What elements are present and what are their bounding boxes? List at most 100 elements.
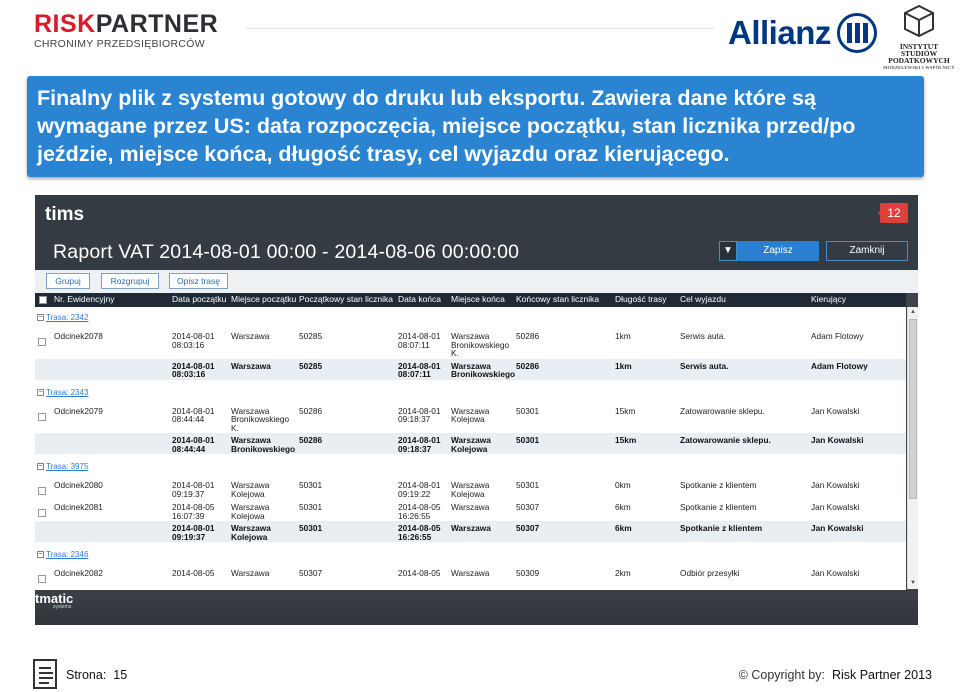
col-start-date: 2014-08-05 16:07:39 — [172, 502, 215, 521]
col-end-date-summary: 2014-08-01 08:07:11 — [398, 360, 441, 379]
col-end-odometer: 50307 — [516, 502, 540, 512]
logo-tagline: CHRONIMY PRZEDSIĘBIORCÓW — [34, 38, 205, 50]
collapse-icon[interactable]: − — [37, 388, 44, 396]
col-distance: 0km — [615, 480, 631, 490]
row-checkbox[interactable] — [38, 412, 46, 421]
col-start-odometer: 50307 — [299, 568, 323, 578]
col-distance-header[interactable]: Długość trasy — [615, 294, 667, 304]
table-row[interactable]: Odcinek2081 2014-08-05 16:07:39 Warszawa K… — [35, 499, 906, 521]
col-end-place-header[interactable]: Miejsce końca — [451, 294, 505, 304]
table-header: Nr. Ewidencyjny Data początku Miejsce pocz… — [35, 293, 906, 307]
col-end-place-summary: Warszawa Bronikowskiego — [451, 360, 516, 379]
col-start-date: 2014-08-05 — [172, 568, 215, 578]
table-row[interactable]: Odcinek2080 2014-08-01 09:19:37 Warszawa K… — [35, 477, 906, 499]
col-driver-summary: Jan Kowalski — [811, 435, 864, 445]
description-banner: Finalny plik z systemu gotowy do druku l… — [27, 76, 924, 177]
copyright-label: © Copyright by: — [738, 668, 825, 682]
table-row[interactable]: Odcinek2082 2014-08-05 Warszawa 50307 2014-0… — [35, 565, 906, 587]
col-distance-summary: 15km — [615, 435, 637, 445]
col-end-date-summary: 2014-08-05 16:26:55 — [398, 523, 441, 542]
col-end-odometer-summary: 50301 — [516, 435, 540, 445]
document-icon — [33, 659, 57, 689]
col-start-place: Warszawa — [231, 568, 270, 578]
close-button[interactable]: Zamknij — [826, 241, 908, 261]
select-all-checkbox[interactable] — [39, 296, 47, 304]
col-start-odometer: 50286 — [299, 405, 323, 416]
route-group-header[interactable]: − Trasa: 2343 — [35, 386, 906, 400]
col-end-odometer-header[interactable]: Końcowy stan licznika — [516, 294, 599, 304]
col-driver: Jan Kowalski — [811, 480, 860, 490]
route-label[interactable]: Trasa: 2343 — [46, 388, 88, 397]
table-row[interactable]: Odcinek2078 2014-08-01 08:03:16 Warszawa 50… — [35, 328, 906, 359]
col-end-date: 2014-08-05 — [398, 568, 441, 578]
notification-badge[interactable]: 12 — [878, 203, 908, 223]
col-distance-summary: 1km — [615, 360, 632, 371]
collapse-icon[interactable]: − — [37, 463, 44, 470]
col-driver: Jan Kowalski — [811, 568, 860, 578]
scrollbar-thumb[interactable] — [909, 319, 917, 499]
col-end-place: Warszawa Bronikowskiego K. — [451, 331, 510, 358]
col-end-date: 2014-08-01 08:07:11 — [398, 331, 441, 350]
ungroup-button[interactable]: Rozgrupuj — [101, 273, 159, 289]
scroll-down-icon[interactable]: ▼ — [909, 579, 917, 587]
col-purpose-header[interactable]: Cel wyjazdu — [680, 294, 726, 304]
col-driver-header[interactable]: Kierujący — [811, 294, 846, 304]
col-end-odometer: 50286 — [516, 331, 540, 341]
col-start-date: 2014-08-01 08:44:44 — [172, 405, 215, 424]
col-start-date-summary: 2014-08-01 08:44:44 — [172, 435, 215, 454]
col-start-place: Warszawa Bronikowskiego K. — [231, 405, 290, 433]
route-summary-row: 2014-08-01 08:44:44 Warszawa Bronikowskie… — [35, 433, 906, 454]
col-start-date-header[interactable]: Data początku — [172, 294, 226, 304]
col-start-date-summary: 2014-08-01 08:03:16 — [172, 360, 215, 379]
col-start-place-header[interactable]: Miejsce początku — [231, 294, 296, 304]
col-record-number: Odcinek2079 — [54, 405, 103, 416]
route-group-header[interactable]: − Trasa: 2346 — [35, 548, 906, 562]
copyright: © Copyright by: Risk Partner 2013 — [739, 668, 932, 682]
col-purpose: Zatowarowanie sklepu. — [680, 405, 765, 416]
col-end-odometer-summary: 50286 — [516, 360, 540, 371]
col-start-odometer-summary: 50286 — [299, 435, 323, 445]
col-start-odometer-header[interactable]: Początkowy stan licznika — [299, 294, 393, 304]
app-header: tims 12 Raport VAT 2014-08-01 00:00 - 20… — [35, 195, 918, 270]
route-group-header[interactable]: − Trasa: 3975 — [35, 460, 906, 474]
col-record-number: Odcinek2078 — [54, 331, 103, 341]
col-purpose-summary: Spotkanie z klientem — [680, 523, 763, 533]
report-title: Raport VAT 2014-08-01 00:00 - 2014-08-06… — [53, 241, 520, 263]
scroll-up-icon[interactable]: ▲ — [909, 308, 917, 316]
row-checkbox[interactable] — [38, 338, 46, 346]
col-start-odometer: 50285 — [299, 331, 323, 341]
allianz-logo: Allianz — [728, 10, 888, 56]
tims-logo: tims — [45, 204, 84, 226]
table-row[interactable]: Odcinek2079 2014-08-01 08:44:44 Warszawa B… — [35, 403, 906, 434]
page-number: 15 — [113, 668, 128, 682]
row-checkbox[interactable] — [38, 575, 46, 583]
col-end-date-header[interactable]: Data końca — [398, 294, 441, 304]
col-distance: 6km — [615, 502, 631, 512]
institute-line4: MODZELEWSKI I WSPÓLNICY — [883, 65, 955, 70]
page-label: Strona: — [66, 668, 107, 682]
chevron-down-icon[interactable]: ▼ — [719, 241, 737, 261]
col-end-date: 2014-08-01 09:19:22 — [398, 480, 441, 499]
route-label[interactable]: Trasa: 2346 — [46, 550, 88, 559]
route-label[interactable]: Trasa: 3975 — [46, 462, 88, 471]
col-end-date: 2014-08-05 16:26:55 — [398, 502, 441, 521]
save-button[interactable]: Zapisz — [737, 241, 819, 261]
collapse-icon[interactable]: − — [37, 551, 44, 558]
col-start-place: Warszawa Kolejowa — [231, 502, 270, 521]
col-end-place-summary: Warszawa Kolejowa — [451, 435, 491, 454]
page-indicator: Strona: 15 — [66, 668, 127, 682]
allianz-wordmark: Allianz — [728, 14, 831, 51]
vertical-scrollbar[interactable]: ▲ ▼ — [907, 307, 918, 589]
route-group-header[interactable]: − Trasa: 2342 — [35, 311, 906, 325]
collapse-icon[interactable]: − — [37, 314, 44, 321]
header-divider — [245, 28, 715, 29]
row-checkbox[interactable] — [38, 487, 46, 495]
group-button[interactable]: Grupuj — [46, 273, 90, 289]
col-record-number-header[interactable]: Nr. Ewidencyjny — [54, 294, 114, 304]
col-distance: 15km — [615, 405, 636, 416]
col-distance-summary: 6km — [615, 523, 632, 533]
row-checkbox[interactable] — [38, 509, 46, 517]
route-label[interactable]: Trasa: 2342 — [46, 313, 88, 322]
describe-route-button[interactable]: Opisz trasę — [169, 273, 228, 289]
col-end-place: Warszawa — [451, 568, 490, 578]
